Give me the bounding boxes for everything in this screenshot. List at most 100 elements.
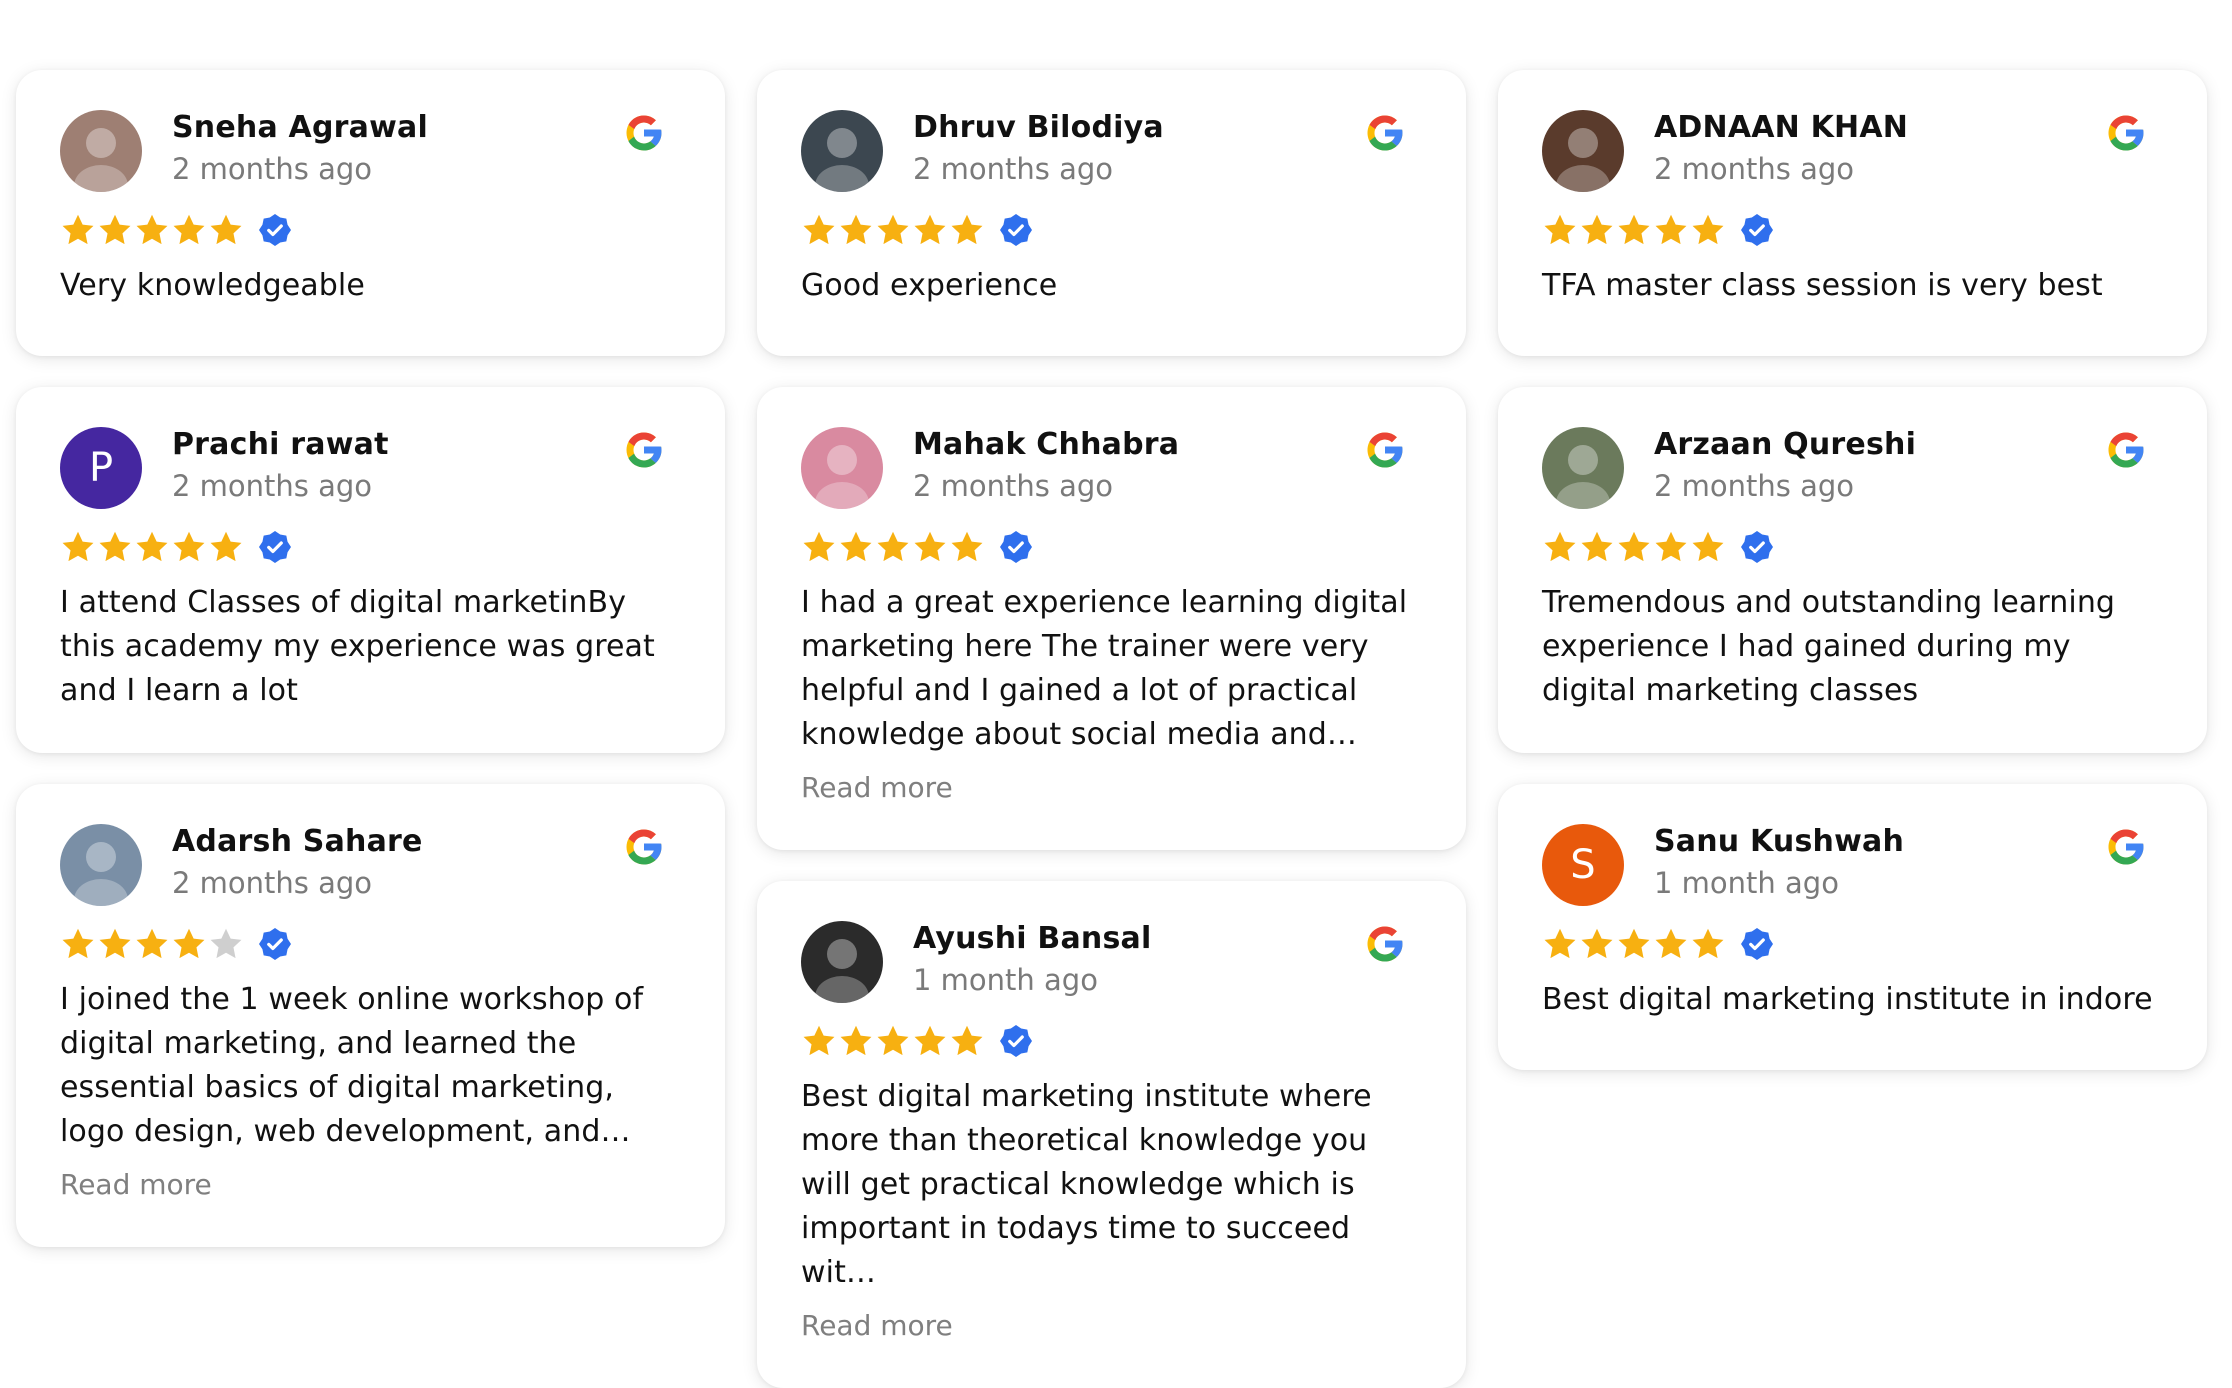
star-filled-icon	[1542, 529, 1578, 565]
star-filled-icon	[1579, 926, 1615, 962]
star-filled-icon	[801, 212, 837, 248]
star-filled-icon	[1542, 926, 1578, 962]
review-card-ayushi-bansal: Ayushi Bansal 1 month ago Best digital mar…	[757, 881, 1466, 1388]
star-filled-icon	[1653, 529, 1689, 565]
star-filled-icon	[912, 529, 948, 565]
star-filled-icon	[171, 926, 207, 962]
review-text: Best digital marketing institute in indo…	[1542, 982, 2153, 1017]
review-header: P Prachi rawat 2 months ago	[60, 387, 681, 563]
google-logo-icon	[1364, 112, 1406, 154]
read-more-link[interactable]: Read more	[801, 1309, 1422, 1342]
star-rating	[1542, 210, 1773, 250]
review-card-dhruv-bilodiya: Dhruv Bilodiya 2 months ago Good experienc…	[757, 70, 1466, 356]
star-filled-icon	[60, 529, 96, 565]
read-more-link[interactable]: Read more	[801, 771, 1422, 804]
star-filled-icon	[134, 212, 170, 248]
avatar	[801, 110, 883, 192]
reviewer-name: Arzaan Qureshi	[1654, 427, 1917, 462]
review-card-arzaan-qureshi: Arzaan Qureshi 2 months ago Tremendous and…	[1498, 387, 2207, 753]
review-card-sanu-kushwah: S Sanu Kushwah 1 month ago Best digital mar…	[1498, 784, 2207, 1070]
review-time: 1 month ago	[1654, 866, 1839, 900]
review-time: 2 months ago	[913, 152, 1114, 186]
verified-badge-icon	[1727, 214, 1773, 246]
google-logo-icon	[2105, 429, 2147, 471]
reviewer-name: Ayushi Bansal	[913, 921, 1152, 956]
review-time: 2 months ago	[913, 469, 1114, 503]
star-rating	[60, 527, 291, 567]
star-filled-icon	[912, 1023, 948, 1059]
reviewer-name: Dhruv Bilodiya	[913, 110, 1164, 145]
star-filled-icon	[1616, 212, 1652, 248]
verified-badge-icon	[245, 214, 291, 246]
review-text: I joined the 1 week online workshop of d…	[60, 982, 644, 1149]
star-filled-icon	[208, 212, 244, 248]
review-header: Sneha Agrawal 2 months ago	[60, 70, 681, 246]
review-text: TFA master class session is very best	[1542, 268, 2103, 303]
reviewer-name: Sneha Agrawal	[172, 110, 428, 145]
avatar-letter: S	[1570, 842, 1596, 888]
review-header: Adarsh Sahare 2 months ago	[60, 784, 681, 960]
verified-badge-icon	[245, 531, 291, 563]
avatar	[801, 921, 883, 1003]
review-header: Mahak Chhabra 2 months ago	[801, 387, 1422, 563]
google-logo-icon	[2105, 112, 2147, 154]
review-header: ADNAAN KHAN 2 months ago	[1542, 70, 2163, 246]
avatar-letter: P	[88, 445, 114, 491]
avatar	[60, 110, 142, 192]
read-more-link[interactable]: Read more	[60, 1168, 681, 1201]
review-time: 1 month ago	[913, 963, 1098, 997]
review-card-adnaan-khan: ADNAAN KHAN 2 months ago TFA master class …	[1498, 70, 2207, 356]
star-filled-icon	[875, 529, 911, 565]
avatar: P	[60, 427, 142, 509]
star-filled-icon	[949, 1023, 985, 1059]
star-filled-icon	[838, 212, 874, 248]
review-card-sneha-agrawal: Sneha Agrawal 2 months ago Very knowledgea…	[16, 70, 725, 356]
review-time: 2 months ago	[172, 152, 373, 186]
star-filled-icon	[1690, 529, 1726, 565]
star-filled-icon	[949, 212, 985, 248]
verified-badge-icon	[1727, 531, 1773, 563]
review-card-mahak-chhabra: Mahak Chhabra 2 months ago I had a great e…	[757, 387, 1466, 850]
review-header: Arzaan Qureshi 2 months ago	[1542, 387, 2163, 563]
review-card-prachi-rawat: P Prachi rawat 2 months ago I attend Classe…	[16, 387, 725, 753]
star-filled-icon	[97, 212, 133, 248]
verified-badge-icon	[986, 531, 1032, 563]
star-filled-icon	[134, 926, 170, 962]
star-filled-icon	[1616, 529, 1652, 565]
review-header: Dhruv Bilodiya 2 months ago	[801, 70, 1422, 246]
avatar	[801, 427, 883, 509]
star-filled-icon	[1690, 926, 1726, 962]
review-text: Good experience	[801, 268, 1058, 303]
reviewer-name: Mahak Chhabra	[913, 427, 1180, 462]
reviewer-name: Prachi rawat	[172, 427, 389, 462]
star-filled-icon	[171, 529, 207, 565]
avatar	[1542, 110, 1624, 192]
star-filled-icon	[60, 926, 96, 962]
star-filled-icon	[171, 212, 207, 248]
star-rating	[1542, 924, 1773, 964]
google-logo-icon	[1364, 923, 1406, 965]
review-time: 2 months ago	[172, 866, 373, 900]
review-card-adarsh-sahare: Adarsh Sahare 2 months ago I joined the 1 …	[16, 784, 725, 1247]
star-filled-icon	[875, 1023, 911, 1059]
star-filled-icon	[838, 1023, 874, 1059]
star-filled-icon	[838, 529, 874, 565]
review-text: I had a great experience learning digita…	[801, 585, 1408, 752]
review-text: Tremendous and outstanding learning expe…	[1542, 585, 2116, 708]
reviewer-name: Adarsh Sahare	[172, 824, 423, 859]
star-filled-icon	[801, 1023, 837, 1059]
star-filled-icon	[1579, 529, 1615, 565]
review-time: 2 months ago	[172, 469, 373, 503]
avatar	[60, 824, 142, 906]
star-filled-icon	[912, 212, 948, 248]
reviewer-name: ADNAAN KHAN	[1654, 110, 1909, 145]
review-time: 2 months ago	[1654, 152, 1855, 186]
star-filled-icon	[801, 529, 837, 565]
star-filled-icon	[1616, 926, 1652, 962]
reviews-grid: Sneha Agrawal 2 months ago Very knowledgea…	[0, 0, 2232, 1388]
avatar	[1542, 427, 1624, 509]
star-filled-icon	[1653, 926, 1689, 962]
verified-badge-icon	[986, 214, 1032, 246]
star-filled-icon	[60, 212, 96, 248]
verified-badge-icon	[1727, 928, 1773, 960]
